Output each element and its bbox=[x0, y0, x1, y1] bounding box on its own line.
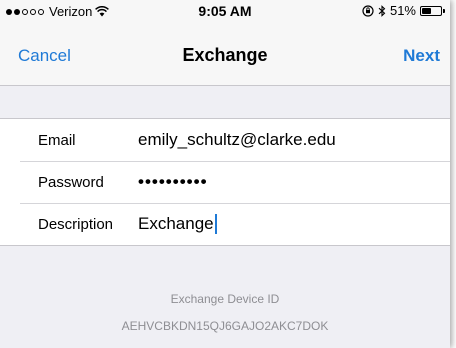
page-title: Exchange bbox=[182, 45, 268, 65]
email-label: Email bbox=[38, 131, 76, 149]
description-label: Description bbox=[38, 215, 114, 233]
email-field[interactable]: emily_schultz@clarke.edu bbox=[138, 130, 336, 150]
description-row[interactable]: Description Exchange bbox=[0, 203, 450, 245]
rotation-lock-icon bbox=[362, 4, 374, 17]
navigation-bar: Cancel Exchange Next bbox=[0, 22, 450, 86]
battery-fill bbox=[422, 7, 431, 14]
text-cursor bbox=[214, 214, 217, 235]
bluetooth-icon bbox=[378, 4, 386, 17]
status-bar: Verizon 9:05 AM 51% bbox=[0, 0, 450, 22]
status-right: 51% bbox=[362, 3, 445, 18]
device-id-label: Exchange Device ID bbox=[170, 292, 280, 306]
account-form: Email emily_schultz@clarke.edu Password … bbox=[0, 118, 450, 246]
description-field[interactable]: Exchange bbox=[138, 214, 217, 235]
email-row[interactable]: Email emily_schultz@clarke.edu bbox=[0, 119, 450, 161]
battery-nub bbox=[443, 8, 445, 13]
device-id-value: AEHVCBKDN15QJ6GAJO2AKC7DOK bbox=[121, 319, 329, 333]
phone-screen: Verizon 9:05 AM 51% Cancel Exchange Next… bbox=[0, 0, 450, 348]
password-label: Password bbox=[38, 173, 104, 191]
description-text: Exchange bbox=[138, 213, 214, 233]
password-row[interactable]: Password •••••••••• bbox=[0, 161, 450, 203]
battery-percent: 51% bbox=[389, 3, 416, 18]
battery-icon bbox=[420, 5, 445, 16]
next-button[interactable]: Next bbox=[403, 46, 440, 66]
password-field[interactable]: •••••••••• bbox=[138, 172, 208, 192]
